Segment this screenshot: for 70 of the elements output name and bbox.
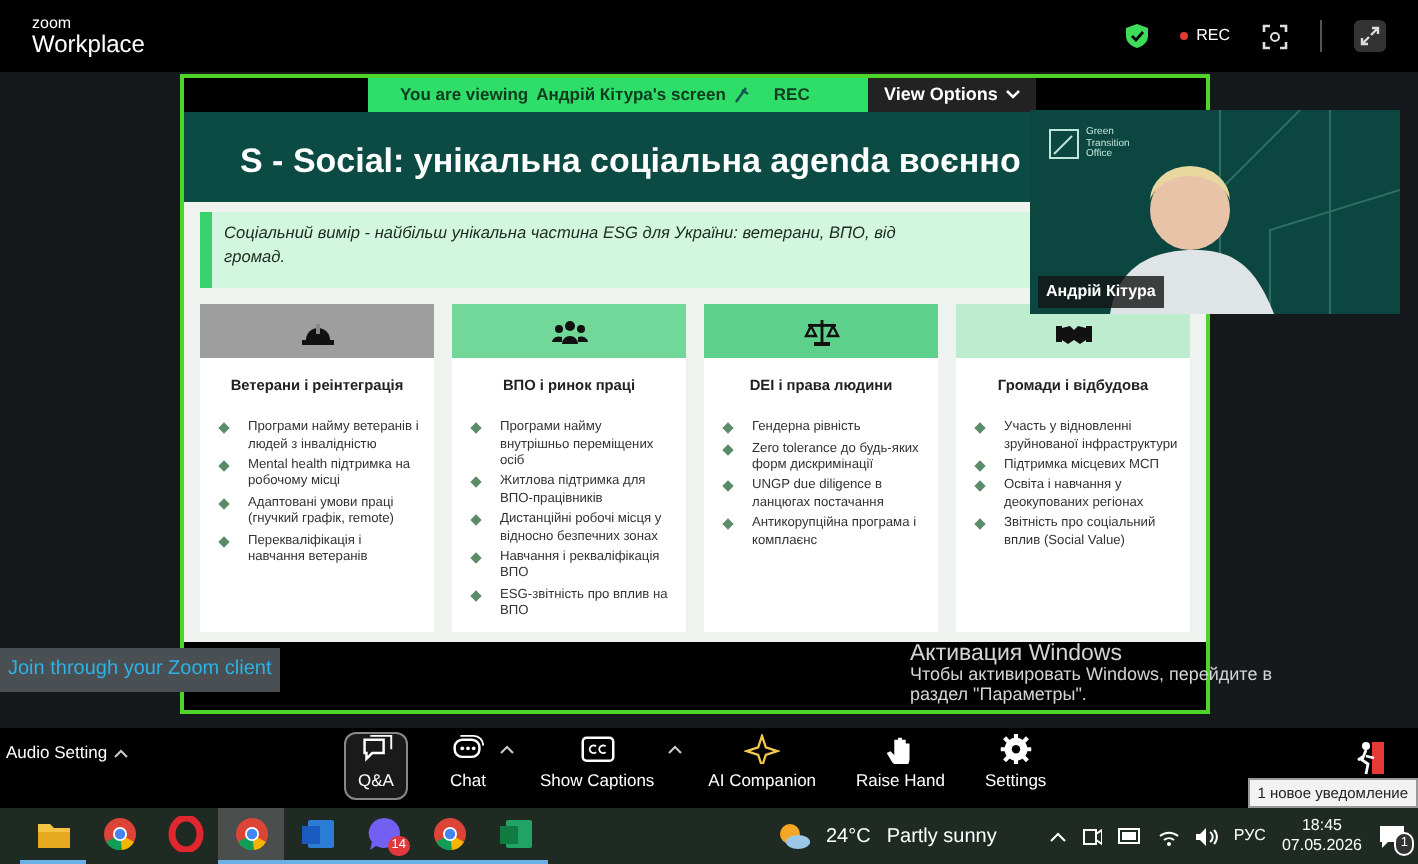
annotate-icon (733, 86, 750, 104)
bullet-icon (722, 443, 734, 455)
wifi-icon[interactable] (1157, 827, 1180, 845)
taskbar-app[interactable] (218, 808, 284, 864)
toolbar-button[interactable]: Show Captions (526, 732, 669, 800)
logo-text: zoom (32, 15, 74, 31)
activation-notice-text: раздел "Параметры". (910, 684, 1089, 704)
bullet-icon (470, 589, 482, 602)
browser-icon (233, 816, 269, 852)
weather-icon (778, 822, 810, 850)
bullet-icon (470, 477, 482, 489)
sparkle-icon (744, 734, 781, 765)
browser-icon (431, 816, 467, 852)
toolbar-button[interactable]: Chat (436, 732, 500, 800)
people-group-icon (551, 317, 587, 345)
bullet-icon (974, 460, 986, 472)
fullscreen-icon[interactable] (1354, 20, 1386, 52)
banner-text: You are viewing (400, 82, 529, 108)
browser-icon (101, 816, 137, 852)
activation-notice-text: Активация Windows (910, 644, 1124, 664)
bullet-icon (218, 422, 230, 434)
note-text: громад. (224, 244, 288, 268)
battery-icon[interactable] (1117, 828, 1142, 844)
weather-text: Partly sunny (886, 823, 997, 851)
view-options-button[interactable]: View Options (868, 78, 1036, 112)
toolbar-button[interactable]: Raise Hand (842, 732, 959, 800)
bullet-icon (470, 552, 482, 564)
scales-icon (803, 317, 839, 345)
presenter-name: Андрій Кітура's screen (536, 82, 726, 108)
bullet-icon (218, 535, 230, 547)
bullet-icon (974, 481, 986, 493)
qa-icon (358, 734, 394, 765)
bullet-icon (218, 460, 230, 472)
toolbar-button[interactable]: AI Companion (694, 732, 831, 800)
settings-icon (997, 734, 1034, 765)
bullet-icon (722, 481, 734, 493)
clock-time[interactable]: 18:45 (1281, 816, 1362, 836)
participant-name: Андрій Кітура (1038, 276, 1164, 308)
temperature: 24°C (826, 823, 871, 851)
spreadsheet-app-icon (497, 816, 533, 852)
clock-date[interactable]: 07.05.2026 (1281, 836, 1362, 856)
toolbar-button[interactable]: Q&A (344, 732, 408, 800)
caret-up-icon[interactable] (668, 744, 683, 754)
recording-label: REC (1196, 24, 1230, 48)
note-text: Соціальний вимір - найбільш унікальна частина ESG для України: ветерани, ВПО, від (224, 220, 898, 244)
bullet-icon (218, 497, 230, 510)
caret-up-icon[interactable] (500, 744, 514, 754)
bullet-icon (722, 518, 734, 530)
language-indicator[interactable]: РУС (1233, 824, 1266, 848)
o-logo-icon (167, 816, 203, 852)
bullet-icon (974, 518, 986, 530)
captions-icon (579, 734, 616, 765)
record-icon (1180, 32, 1189, 40)
bullet-icon (470, 422, 482, 434)
caret-up-icon[interactable] (113, 748, 128, 758)
bullet-icon (470, 514, 482, 526)
audio-setting-label[interactable]: Audio Setting (6, 740, 108, 766)
camera-icon[interactable] (1081, 826, 1102, 846)
bullet-icon (722, 422, 734, 434)
leave-icon[interactable] (1354, 740, 1386, 776)
document-app-icon (299, 816, 335, 852)
chevron-down-icon (1005, 90, 1020, 100)
speaker-icon[interactable] (1195, 827, 1218, 845)
logo-text: Workplace (32, 31, 145, 57)
chevron-up-icon[interactable] (1049, 831, 1066, 841)
toolbar-button[interactable]: Settings (970, 732, 1061, 800)
recording-label: REC (773, 82, 810, 108)
focus-icon[interactable] (1262, 23, 1288, 49)
shield-icon (1126, 24, 1149, 48)
bullet-icon (974, 422, 986, 434)
